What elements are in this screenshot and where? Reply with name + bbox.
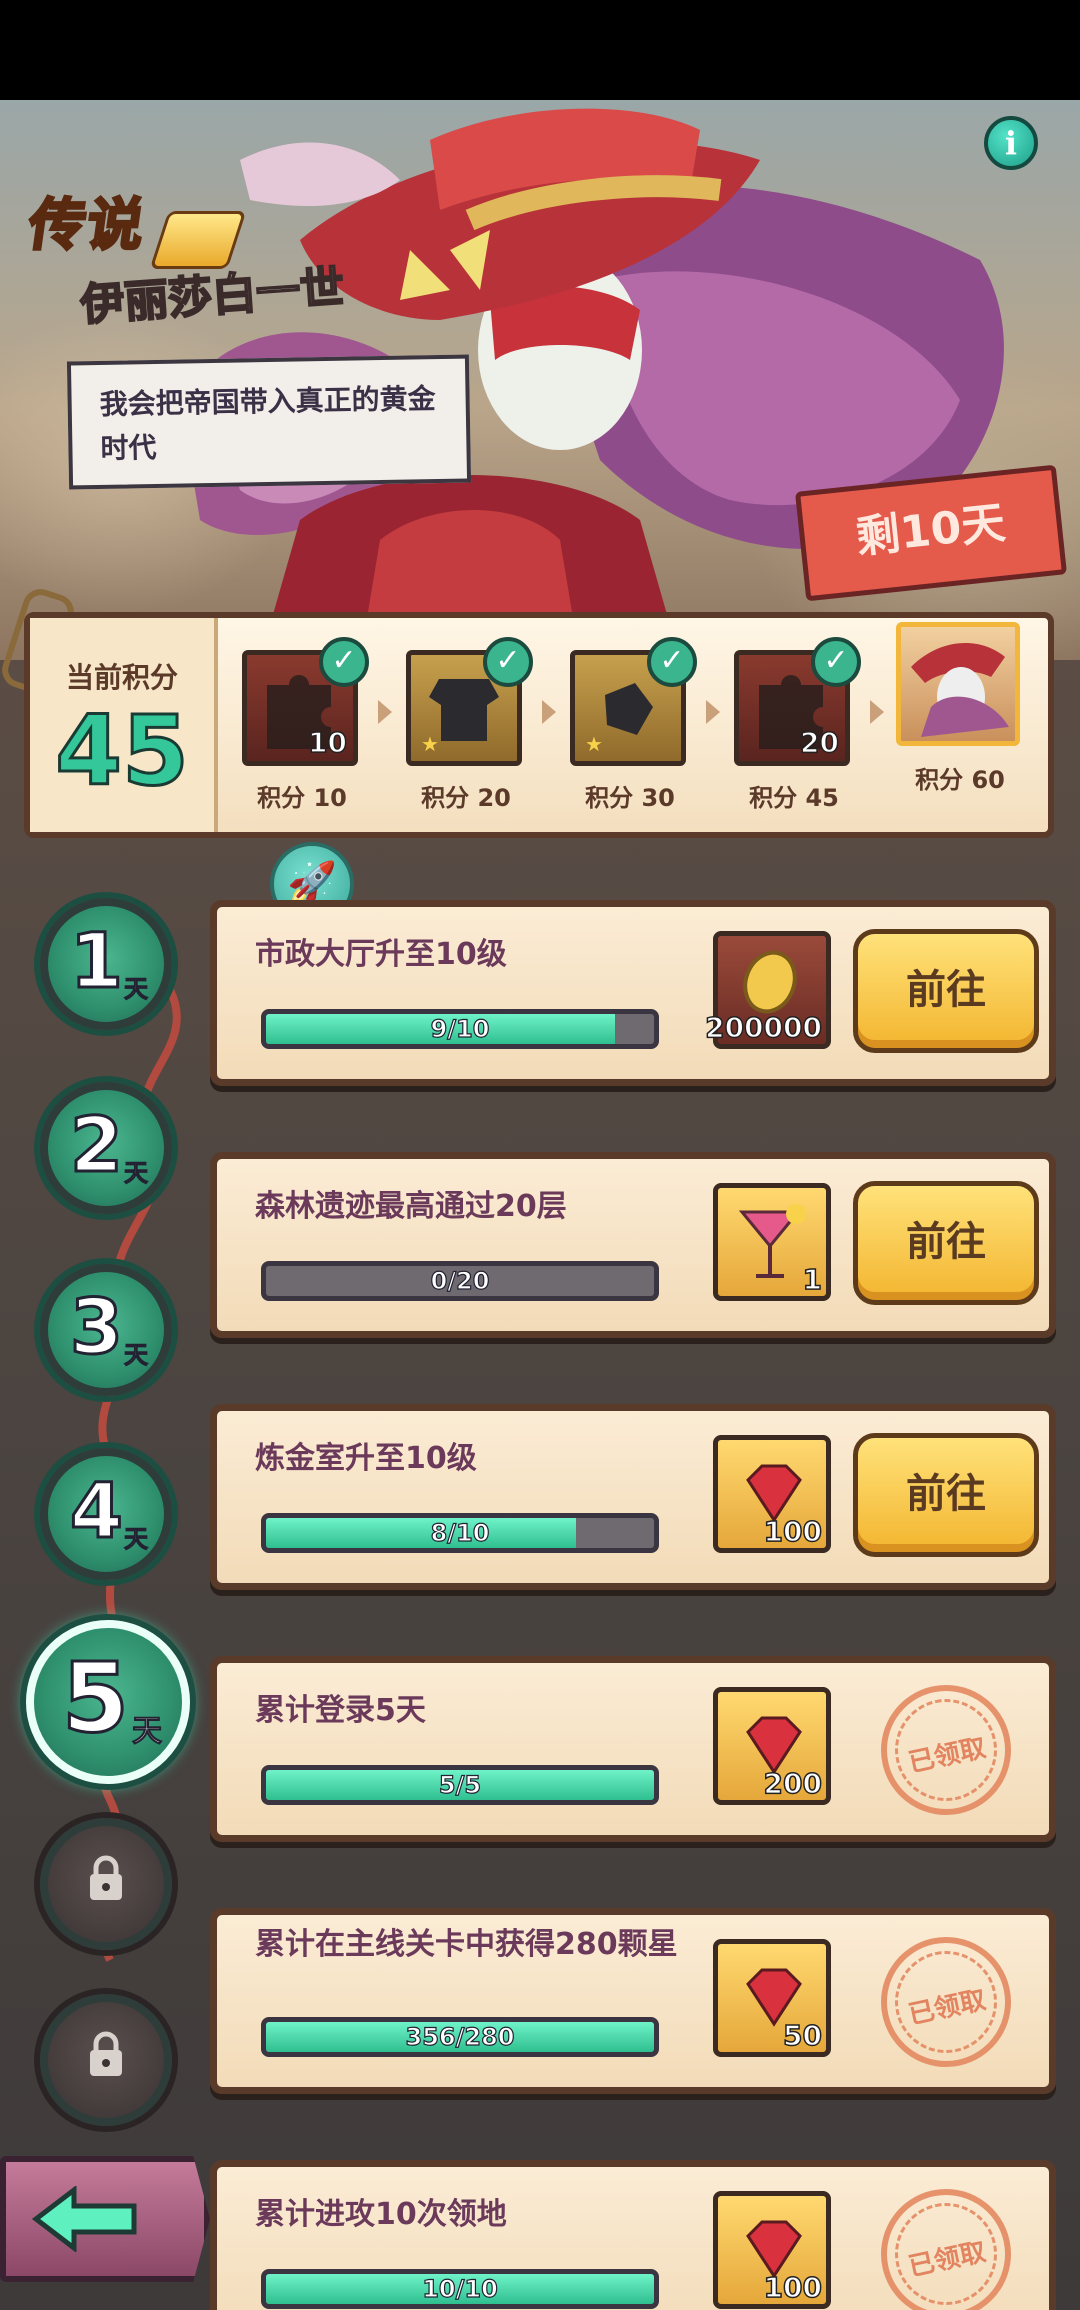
progress-bar: 10/10 (261, 2269, 659, 2309)
day-2-gear[interactable]: 2天 (40, 1082, 172, 1214)
progress-text: 5/5 (438, 1770, 482, 1799)
current-points-box: 当前积分 45 (30, 618, 218, 832)
checkmark-icon: ✓ (647, 637, 697, 687)
milestone-2[interactable]: ★ ✓ 积分 20 (406, 637, 533, 813)
task-card: 累计在主线关卡中获得280颗星 356/280 50 已领取 (210, 1908, 1056, 2094)
day-7-gear[interactable] (40, 1994, 172, 2126)
back-arrow-icon (31, 2186, 137, 2252)
puzzle-piece-icon: 20 ✓ (734, 637, 861, 766)
day-1-gear[interactable]: 1天 (40, 898, 172, 1030)
task-card: 炼金室升至10级 8/10 100 前往 (210, 1404, 1056, 1590)
event-screen: i 传说 伊丽莎白一世 我会把帝国带入真正的黄金时代 剩10天 当前积分 45 … (0, 100, 1080, 2310)
day-5-gear[interactable]: 5天 (26, 1620, 190, 1784)
puzzle-piece-icon: 10 ✓ (242, 637, 369, 766)
reward-slot[interactable]: 200000 (704, 931, 831, 1049)
milestone-label: 积分 10 (257, 784, 347, 812)
day-6-gear[interactable] (40, 1818, 172, 1950)
task-title: 森林遗迹最高通过20层 (255, 1189, 567, 1224)
milestone-1[interactable]: 10 ✓ 积分 10 (242, 637, 369, 813)
milestone-4[interactable]: 20 ✓ 积分 45 (734, 637, 861, 813)
svg-text:★: ★ (421, 732, 439, 756)
checkmark-icon: ✓ (483, 637, 533, 687)
reward-slot[interactable]: 1 (713, 1183, 831, 1301)
progress-text: 8/10 (430, 1518, 490, 1547)
progress-text: 356/280 (405, 2022, 515, 2051)
back-button[interactable] (0, 2156, 210, 2282)
checkmark-icon: ✓ (319, 637, 369, 687)
task-card: 累计登录5天 5/5 200 已领取 (210, 1656, 1056, 1842)
task-title: 累计进攻10次领地 (255, 2197, 507, 2232)
rarity-tag: 传说 (23, 180, 247, 269)
progress-text: 10/10 (422, 2274, 499, 2303)
task-title: 炼金室升至10级 (255, 1441, 477, 1476)
arrow-right-icon (706, 700, 720, 724)
task-title: 累计登录5天 (255, 1693, 426, 1728)
current-points-label: 当前积分 (65, 661, 178, 694)
lock-icon (90, 2031, 122, 2076)
points-panel: 当前积分 45 10 ✓ 积分 10 ★ ✓ 积分 20 ★ ✓ 积分 30 2… (24, 612, 1054, 838)
reward-slot[interactable]: 100 (713, 1435, 831, 1553)
day-3-gear[interactable]: 3天 (40, 1264, 172, 1396)
task-card: 市政大厅升至10级 9/10 200000 前往 (210, 900, 1056, 1086)
milestone-3[interactable]: ★ ✓ 积分 30 (570, 637, 697, 813)
progress-text: 9/10 (430, 1014, 490, 1043)
rarity-label: 传说 (23, 192, 151, 260)
reward-slot[interactable]: 200 (713, 1687, 831, 1805)
go-button[interactable]: 前往 (853, 929, 1039, 1053)
progress-bar: 5/5 (261, 1765, 659, 1805)
milestone-label: 积分 30 (585, 784, 675, 812)
go-button[interactable]: 前往 (853, 1433, 1039, 1557)
milestone-label: 积分 45 (749, 784, 839, 812)
milestone-label: 积分 20 (421, 784, 511, 812)
milestone-5[interactable]: 积分 60 (896, 622, 1024, 795)
gauntlet-icon: ★ ✓ (570, 637, 697, 766)
info-button[interactable]: i (984, 116, 1038, 170)
arrow-right-icon (542, 700, 556, 724)
claimed-stamp: 已领取 (868, 1672, 1024, 1828)
checkmark-icon: ✓ (811, 637, 861, 687)
reward-slot[interactable]: 50 (713, 1939, 831, 2057)
progress-bar: 356/280 (261, 2017, 659, 2057)
svg-text:★: ★ (585, 732, 603, 756)
progress-bar: 0/20 (261, 1261, 659, 1301)
hero-quote: 我会把帝国带入真正的黄金时代 (66, 354, 472, 490)
armor-icon: ★ ✓ (406, 637, 533, 766)
go-button[interactable]: 前往 (853, 1181, 1039, 1305)
progress-text: 0/20 (430, 1266, 490, 1295)
hero-portrait-icon (896, 622, 1020, 746)
reward-slot[interactable]: 100 (713, 2191, 831, 2309)
progress-bar: 9/10 (261, 1009, 659, 1049)
task-title: 累计在主线关卡中获得280颗星 (255, 1927, 678, 1962)
claimed-stamp: 已领取 (868, 1924, 1024, 2080)
day-4-gear[interactable]: 4天 (40, 1448, 172, 1580)
lock-icon (90, 1855, 122, 1900)
arrow-right-icon (378, 700, 392, 724)
milestone-label: 积分 60 (915, 766, 1005, 794)
current-points-value: 45 (54, 695, 191, 808)
task-card: 森林遗迹最高通过20层 0/20 1 前往 (210, 1152, 1056, 1338)
task-title: 市政大厅升至10级 (255, 937, 507, 972)
progress-bar: 8/10 (261, 1513, 659, 1553)
task-card: 累计进攻10次领地 10/10 100 已领取 (210, 2160, 1056, 2310)
arrow-right-icon (870, 700, 884, 724)
claimed-stamp: 已领取 (868, 2176, 1024, 2310)
